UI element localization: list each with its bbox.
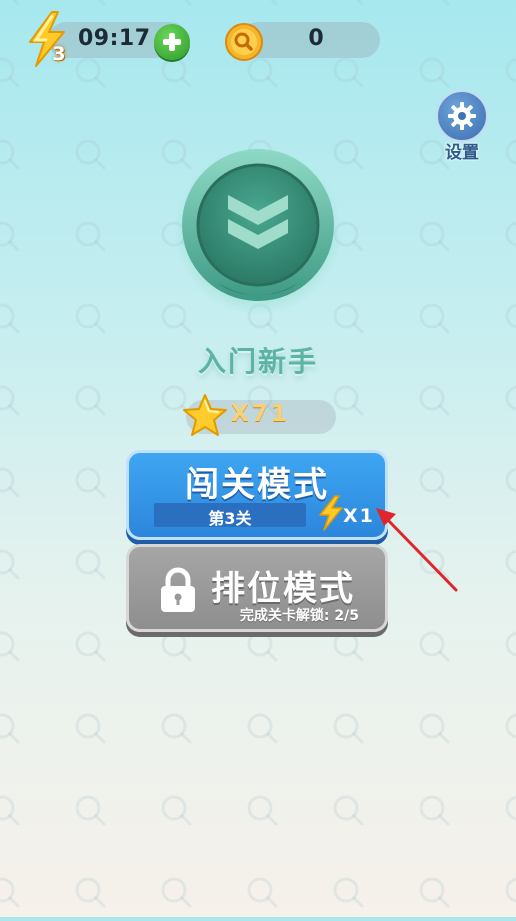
energy-timer: 09:17 <box>78 26 151 51</box>
current-level-label: 第3关 <box>208 509 252 528</box>
energy-count: 3 <box>52 43 66 65</box>
settings-button[interactable] <box>436 90 488 142</box>
ranked-mode-button[interactable]: 排位模式 完成关卡解锁: 2/5 <box>126 544 388 632</box>
settings-label[interactable]: 设置 <box>436 138 488 163</box>
red-arrow <box>376 508 458 592</box>
lightning-bolt-icon <box>319 495 343 531</box>
level-mode-title: 闯关模式 <box>185 465 329 505</box>
coin-magnifier-icon <box>225 23 263 61</box>
current-level-bar: 第3关 <box>154 503 306 528</box>
stars-count: X71 <box>231 401 290 427</box>
add-energy-button[interactable] <box>154 24 190 60</box>
chevron-badge-icon <box>174 147 342 315</box>
unlock-progress: 完成关卡解锁: 2/5 <box>239 608 359 624</box>
lock-icon <box>161 567 195 612</box>
level-mode-button[interactable]: 闯关模式 第3关 X1 <box>126 450 388 540</box>
coin-count: 0 <box>308 26 324 51</box>
gear-icon <box>448 102 476 130</box>
rank-title: 入门新手 <box>197 345 318 378</box>
star-icon <box>183 394 227 436</box>
ranked-mode-title: 排位模式 <box>211 569 355 609</box>
